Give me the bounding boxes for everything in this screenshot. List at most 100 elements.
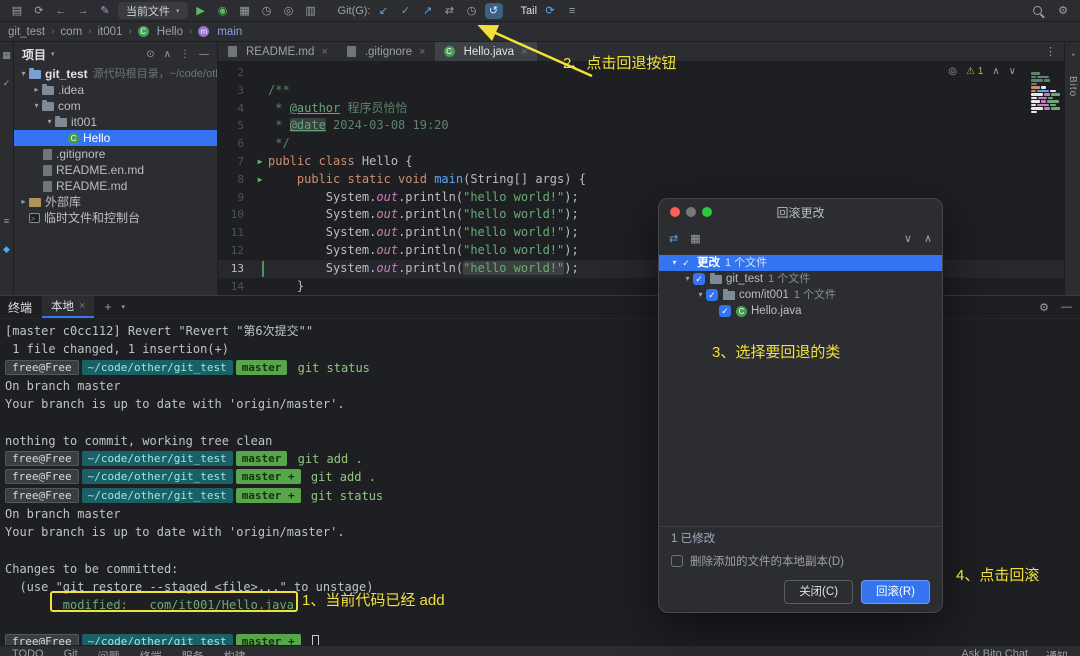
new-terminal-icon[interactable]: + [104, 300, 111, 314]
settings-gear-icon[interactable]: ⚙ [1054, 3, 1072, 19]
close-button[interactable]: 关闭(C) [784, 580, 854, 604]
dialog-tree-item[interactable]: ▾ ✓ 更改 1 个文件 [659, 255, 942, 271]
run-config-dropdown[interactable]: 当前文件 ▾ [118, 2, 188, 19]
project-tree-item[interactable]: README.md [14, 178, 217, 194]
warning-icon[interactable]: ⚠ 1 [966, 66, 983, 77]
forward-icon[interactable]: → [74, 3, 92, 19]
notifications-bell-icon[interactable]: ◔ [1070, 50, 1075, 60]
run-icon[interactable]: ▶ [192, 3, 210, 19]
project-tree-item[interactable]: README.en.md [14, 162, 217, 178]
checkbox-checked-icon[interactable]: ✓ [693, 273, 705, 285]
next-issue-icon[interactable]: ∨ [1009, 66, 1016, 77]
sync-icon[interactable]: ⟳ [30, 3, 48, 19]
close-tab-icon[interactable]: × [521, 46, 527, 58]
coverage-icon[interactable]: ▦ [236, 3, 254, 19]
bito-tool-button[interactable]: Bito [1067, 76, 1078, 97]
run-gutter-icon[interactable]: ▶ [252, 171, 268, 189]
tail-run-icon[interactable]: ⟳ [541, 3, 559, 19]
breadcrumb-item[interactable]: com [60, 26, 82, 38]
tail-menu-icon[interactable]: ≡ [563, 3, 581, 19]
dialog-tree-item[interactable]: ▾ ✓ git_test 1 个文件 [659, 271, 942, 287]
profiler-icon[interactable]: ◷ [258, 3, 276, 19]
collapse-all-icon[interactable]: ∧ [164, 49, 171, 60]
save-icon[interactable]: ▤ [8, 3, 26, 19]
breadcrumb-item[interactable]: main [198, 26, 242, 38]
minimize-panel-icon[interactable]: — [1061, 301, 1072, 314]
panel-options-icon[interactable]: ⋮ [180, 49, 190, 60]
minimize-window-button[interactable] [686, 207, 696, 217]
tree-chevron-icon[interactable]: ▾ [669, 255, 680, 271]
code-minimap[interactable] [1031, 72, 1061, 113]
rollback-button[interactable]: 回滚(R) [861, 580, 930, 604]
back-icon[interactable]: ← [52, 3, 70, 19]
run-gutter-icon[interactable]: ▶ [252, 153, 268, 171]
status-item[interactable]: 构建 [224, 648, 246, 656]
editor-tab[interactable]: Hello.java × [434, 42, 537, 61]
status-item[interactable]: TODO [12, 648, 44, 656]
tree-chevron-icon[interactable]: ▾ [682, 271, 693, 287]
dialog-tree-item[interactable]: ▾ ✓ com/it001 1 个文件 [659, 287, 942, 303]
project-tree-item[interactable]: ▸ .idea [14, 82, 217, 98]
tree-chevron-icon[interactable]: ▾ [695, 287, 706, 303]
breadcrumb-item[interactable]: Hello [137, 26, 183, 38]
project-tool-icon[interactable]: ▦ [2, 50, 11, 60]
structure-tool-icon[interactable]: ≡ [4, 216, 9, 226]
project-tree-item[interactable]: Hello [14, 130, 217, 146]
git-history-icon[interactable]: ◷ [463, 3, 481, 19]
editor-tab[interactable]: .gitignore × [337, 42, 435, 61]
project-tree-item[interactable]: .gitignore [14, 146, 217, 162]
editor-tab[interactable]: README.md × [218, 42, 337, 61]
close-window-button[interactable] [670, 207, 680, 217]
highlight-eye-icon[interactable]: ◎ [948, 66, 957, 77]
tree-chevron-icon[interactable]: ▾ [31, 98, 42, 114]
checkbox-checked-icon[interactable]: ✓ [719, 305, 731, 317]
breadcrumb-item[interactable]: it001 [98, 26, 123, 38]
project-panel-title[interactable]: 项目 [22, 46, 46, 63]
project-tree-item[interactable]: ▾ git_test 源代码根目录，~/code/other... [14, 66, 217, 82]
bookmark-tool-icon[interactable]: ◆ [3, 244, 10, 254]
project-tree-item[interactable]: ▾ it001 [14, 114, 217, 130]
tab-options-icon[interactable]: ⋮ [1045, 45, 1064, 58]
status-item[interactable]: Git [64, 648, 78, 656]
checkbox-checked-icon[interactable]: ✓ [706, 289, 718, 301]
services-icon[interactable]: ▥ [302, 3, 320, 19]
git-commit-icon[interactable]: ✓ [397, 3, 415, 19]
checkbox-checked-icon[interactable]: ✓ [680, 257, 692, 269]
tree-chevron-icon[interactable]: ▾ [18, 66, 29, 82]
git-push-icon[interactable]: ↗ [419, 3, 437, 19]
terminal-tab-local[interactable]: 本地 × [42, 296, 95, 318]
project-tree-item[interactable]: ▾ com [14, 98, 217, 114]
git-update-icon[interactable]: ↙ [375, 3, 393, 19]
tree-chevron-icon[interactable]: ▸ [31, 82, 42, 98]
tree-chevron-icon[interactable]: ▾ [44, 114, 55, 130]
edit-icon[interactable]: ✎ [96, 3, 114, 19]
zoom-window-button[interactable] [702, 207, 712, 217]
terminal-menu-chevron-icon[interactable]: ▾ [121, 303, 125, 311]
compare-icon[interactable]: ⇄ [669, 232, 678, 245]
status-item[interactable]: 服务 [182, 648, 204, 656]
git-diff-icon[interactable]: ⇄ [441, 3, 459, 19]
delete-local-copy-checkbox[interactable]: 删除添加的文件的本地副本(D) [659, 550, 942, 572]
status-item[interactable]: 问题 [98, 648, 120, 656]
breadcrumb-item[interactable]: git_test [8, 26, 45, 38]
close-tab-icon[interactable]: × [321, 46, 327, 58]
commit-tool-icon[interactable]: ✓ [3, 78, 11, 88]
close-tab-icon[interactable]: × [419, 46, 425, 58]
close-icon[interactable]: × [79, 300, 85, 312]
hide-panel-icon[interactable]: — [199, 49, 209, 60]
checkbox-unchecked-icon[interactable] [671, 555, 683, 567]
collapse-all-icon[interactable]: ∧ [924, 232, 932, 245]
dialog-tree-item[interactable]: ✓ Hello.java [659, 303, 942, 319]
status-item[interactable]: 通知 [1046, 648, 1068, 656]
debug-icon[interactable]: ◉ [214, 3, 232, 19]
browser-run-icon[interactable]: ◎ [280, 3, 298, 19]
locate-file-icon[interactable]: ⊙ [146, 49, 154, 60]
status-item[interactable]: 终端 [140, 648, 162, 656]
terminal-settings-icon[interactable]: ⚙ [1039, 301, 1049, 314]
tree-chevron-icon[interactable]: ▸ [18, 194, 29, 210]
status-item[interactable]: Ask Bito Chat [961, 648, 1028, 656]
group-by-icon[interactable]: ▦ [690, 232, 700, 245]
git-rollback-button[interactable]: ↺ [484, 2, 503, 19]
project-tree-item[interactable]: 临时文件和控制台 [14, 210, 217, 226]
expand-all-icon[interactable]: ∨ [904, 232, 912, 245]
